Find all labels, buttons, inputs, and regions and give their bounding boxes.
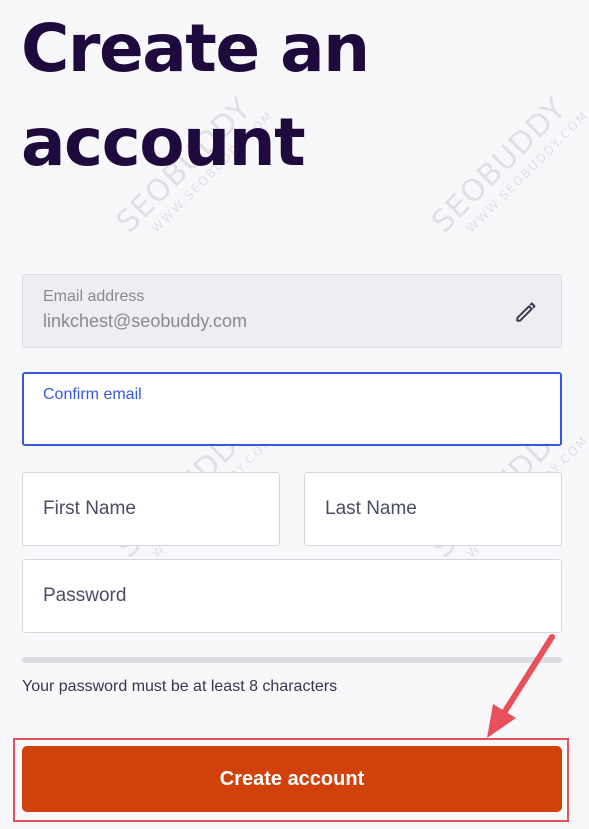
first-name-label: First Name	[43, 498, 136, 519]
email-field[interactable]: Email address linkchest@seobuddy.com	[22, 274, 562, 348]
email-value: linkchest@seobuddy.com	[43, 311, 248, 331]
password-hint: Your password must be at least 8 charact…	[22, 678, 338, 695]
password-strength-bar	[22, 657, 562, 663]
confirm-email-label: Confirm email	[43, 386, 142, 403]
pencil-icon[interactable]	[513, 299, 539, 325]
confirm-email-field[interactable]: Confirm email	[22, 372, 562, 446]
last-name-field[interactable]: Last Name	[304, 472, 562, 546]
last-name-label: Last Name	[325, 498, 417, 519]
email-label: Email address	[43, 288, 145, 305]
page-title: Create an account	[21, 10, 370, 181]
password-label: Password	[43, 585, 127, 606]
create-account-button[interactable]: Create account	[22, 746, 562, 812]
password-field[interactable]: Password	[22, 559, 562, 633]
first-name-field[interactable]: First Name	[22, 472, 280, 546]
